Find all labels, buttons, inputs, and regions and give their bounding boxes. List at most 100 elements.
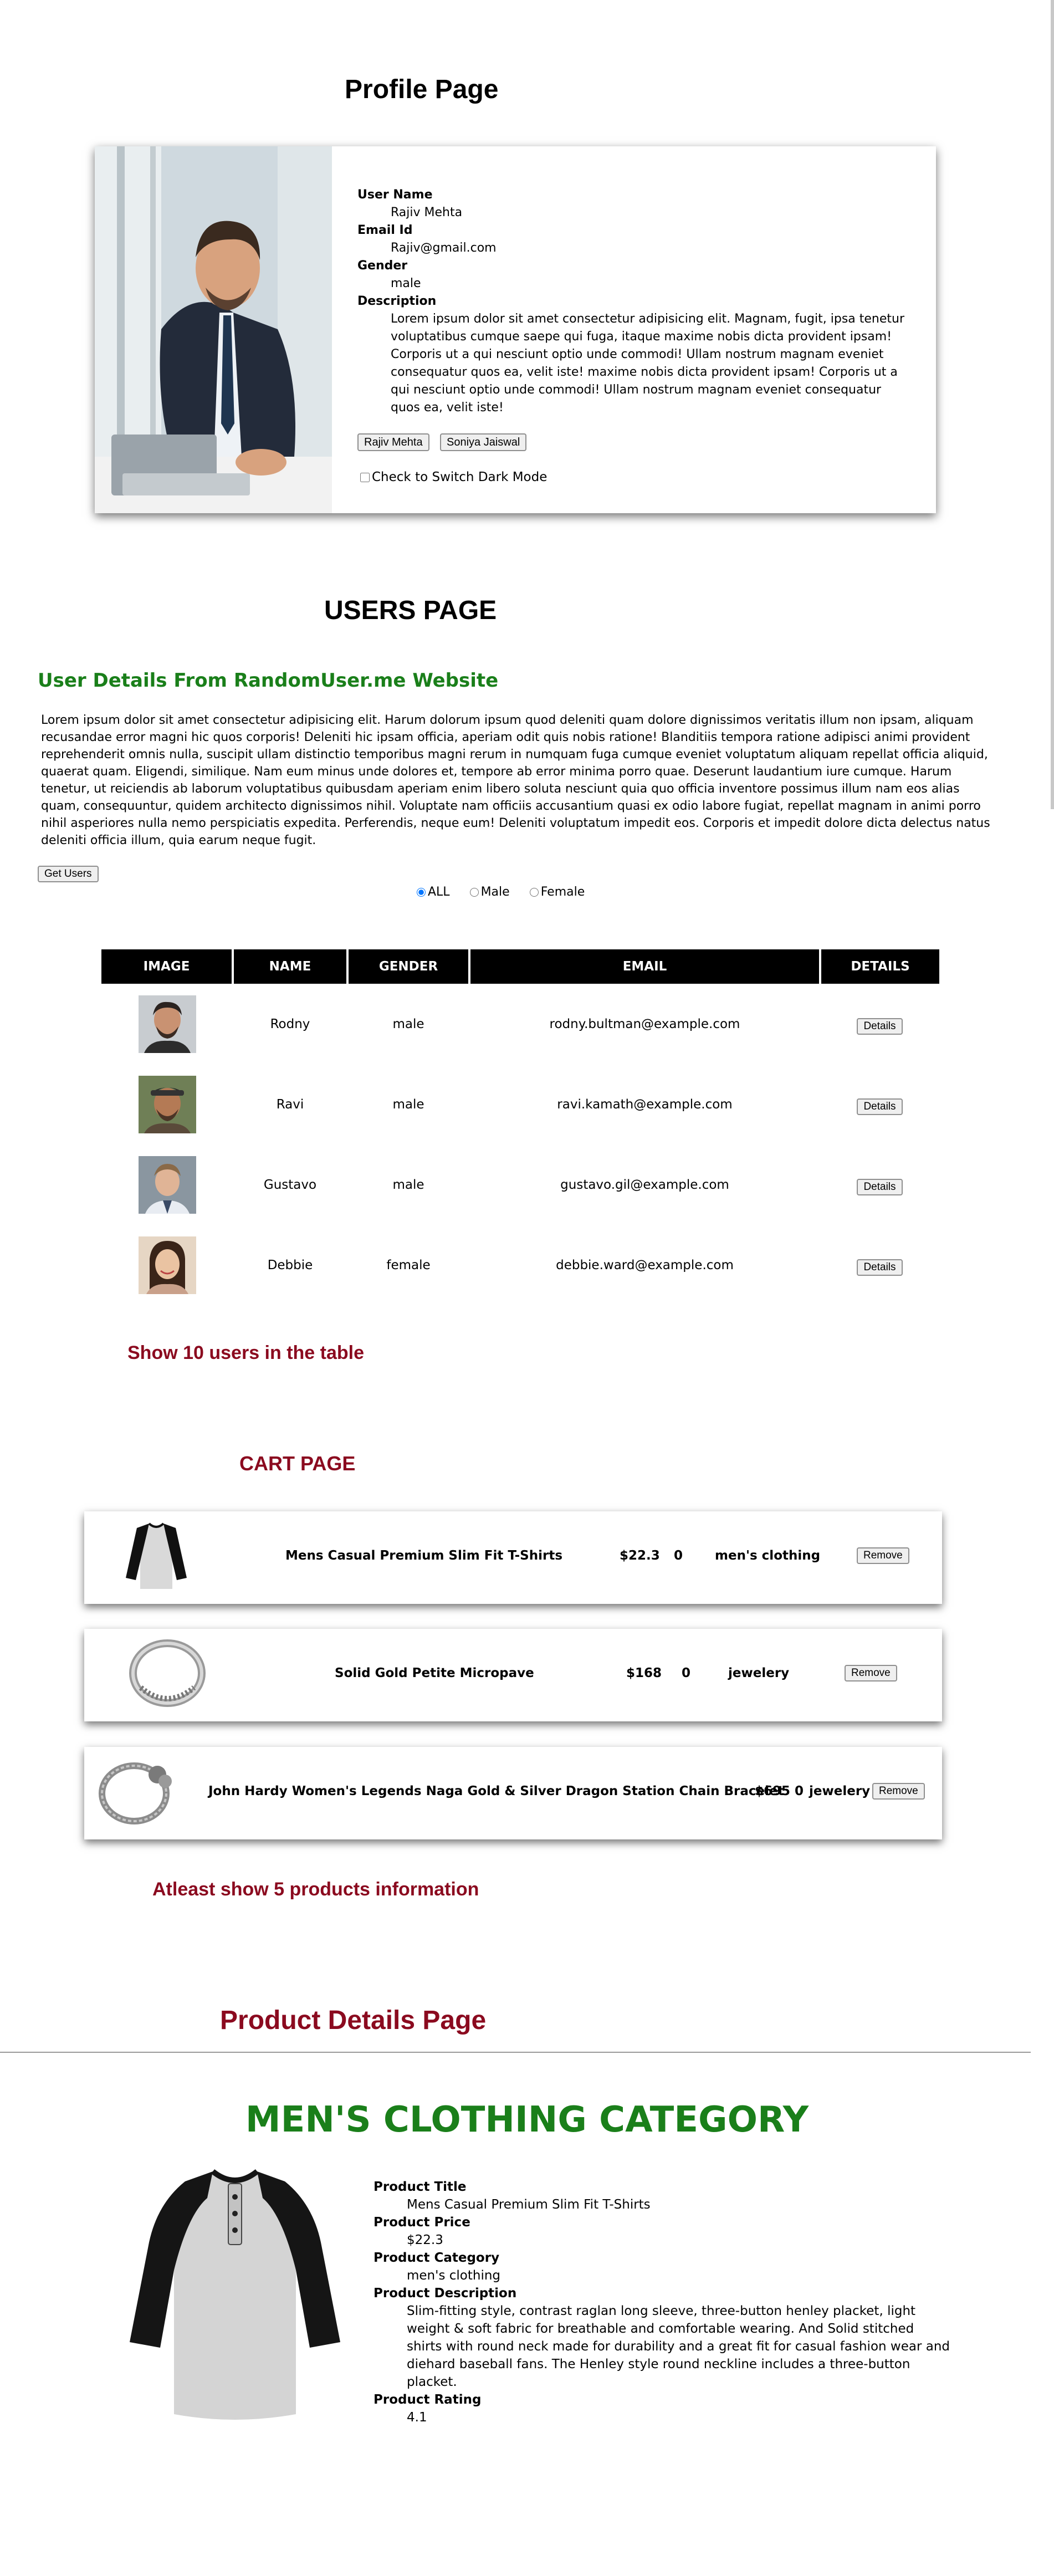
table-row: Debbie female debbie.ward@example.com De… xyxy=(101,1225,939,1305)
soniya-jaiswal-button[interactable]: Soniya Jaiswal xyxy=(440,433,527,451)
tshirt-image xyxy=(115,1517,198,1594)
cart-item: Mens Casual Premium Slim Fit T-Shirts $2… xyxy=(84,1511,942,1604)
gender-filter: ALL Male Female xyxy=(417,885,585,899)
filter-male[interactable]: Male xyxy=(469,885,510,899)
avatar-cell xyxy=(101,1064,233,1144)
cart-item: Solid Gold Petite Micropave $168 0 jewel… xyxy=(84,1629,942,1721)
product-image xyxy=(113,2165,357,2425)
user-gender-cell: female xyxy=(386,1258,431,1272)
cart-item-category: men's clothing xyxy=(715,1548,821,1563)
column-details: DETAILS xyxy=(820,949,939,984)
get-users-button[interactable]: Get Users xyxy=(38,866,99,882)
remove-button[interactable]: Remove xyxy=(872,1783,925,1800)
details-button[interactable]: Details xyxy=(857,1259,903,1276)
user-name-cell: Debbie xyxy=(267,1258,313,1272)
cart-item: John Hardy Women's Legends Naga Gold & S… xyxy=(84,1747,942,1839)
avatar-cell xyxy=(101,984,233,1064)
user-name-cell: Gustavo xyxy=(263,1177,317,1192)
column-gender: GENDER xyxy=(347,949,470,984)
table-row: Gustavo male gustavo.gil@example.com Det… xyxy=(101,1144,939,1225)
cart-item-price: $695 xyxy=(755,1784,791,1798)
filter-female[interactable]: Female xyxy=(529,885,585,899)
product-title-label: Product Title xyxy=(373,2180,467,2194)
avatar-cell xyxy=(101,1225,233,1305)
details-cell: Details xyxy=(820,1144,939,1225)
filter-male-radio[interactable] xyxy=(469,887,479,897)
user-gender-cell: male xyxy=(392,1097,424,1112)
user-name-cell: Ravi xyxy=(276,1097,304,1112)
filter-female-radio[interactable] xyxy=(529,887,539,897)
table-header-row: IMAGE NAME GENDER EMAIL DETAILS xyxy=(101,949,939,984)
users-description: Lorem ipsum dolor sit amet consectetur a… xyxy=(41,713,990,847)
user-avatar xyxy=(138,1156,196,1214)
user-avatar xyxy=(138,1075,196,1133)
cart-item-quantity: 0 xyxy=(682,1666,691,1680)
page-scrollbar[interactable] xyxy=(1051,0,1054,809)
details-cell: Details xyxy=(820,1225,939,1305)
product-description-label: Product Description xyxy=(373,2286,517,2301)
cart-item-title: Mens Casual Premium Slim Fit T-Shirts xyxy=(285,1548,563,1563)
user-email-cell: ravi.kamath@example.com xyxy=(557,1097,733,1112)
user-email-cell: gustavo.gil@example.com xyxy=(560,1177,729,1192)
user-email-cell: rodny.bultman@example.com xyxy=(549,1016,740,1031)
section-divider xyxy=(0,2052,1031,2053)
user-avatar xyxy=(138,995,196,1053)
cart-note: Atleast show 5 products information xyxy=(152,1879,479,1900)
gender-label: Gender xyxy=(357,259,408,273)
filter-all-radio[interactable] xyxy=(417,887,426,897)
user-avatar xyxy=(138,1236,196,1294)
filter-male-label: Male xyxy=(480,885,510,899)
dark-mode-toggle[interactable]: Check to Switch Dark Mode xyxy=(360,470,547,484)
product-description-value: Slim-fitting style, contrast raglan long… xyxy=(407,2304,950,2389)
user-email-cell: debbie.ward@example.com xyxy=(556,1258,734,1272)
ring-image xyxy=(129,1634,212,1712)
cart-item-quantity: 0 xyxy=(674,1548,683,1563)
profile-details: User Name Rajiv Mehta Email Id Rajiv@gma… xyxy=(357,186,912,417)
cart-item-price: $22.3 xyxy=(620,1548,660,1563)
users-table: IMAGE NAME GENDER EMAIL DETAILS Rodny ma… xyxy=(101,949,939,1305)
product-category-value: men's clothing xyxy=(407,2268,501,2283)
users-note: Show 10 users in the table xyxy=(127,1342,365,1363)
remove-button[interactable]: Remove xyxy=(845,1665,897,1681)
profile-photo xyxy=(95,146,332,513)
cart-item-quantity: 0 xyxy=(795,1784,804,1798)
filter-all[interactable]: ALL xyxy=(417,885,450,899)
users-subtitle: User Details From RandomUser.me Website xyxy=(38,669,499,692)
user-name-label: User Name xyxy=(357,188,433,202)
description-value: Lorem ipsum dolor sit amet consectetur a… xyxy=(391,312,905,415)
product-title-value: Mens Casual Premium Slim Fit T-Shirts xyxy=(407,2197,651,2212)
table-row: Ravi male ravi.kamath@example.com Detail… xyxy=(101,1064,939,1144)
details-button[interactable]: Details xyxy=(857,1178,903,1195)
product-details-title: Product Details Page xyxy=(220,2006,487,2035)
remove-button[interactable]: Remove xyxy=(857,1547,909,1564)
users-page-title: USERS PAGE xyxy=(324,596,497,625)
details-cell: Details xyxy=(820,1064,939,1144)
cart-item-price: $168 xyxy=(626,1666,662,1680)
gender-value: male xyxy=(391,277,421,290)
dark-mode-label: Check to Switch Dark Mode xyxy=(372,470,548,484)
column-name: NAME xyxy=(233,949,349,984)
profile-page-title: Profile Page xyxy=(345,75,499,104)
filter-all-label: ALL xyxy=(428,885,450,899)
category-heading: MEN'S CLOTHING CATEGORY xyxy=(245,2099,809,2140)
cart-item-title: John Hardy Women's Legends Naga Gold & S… xyxy=(208,1784,784,1798)
dark-mode-checkbox[interactable] xyxy=(360,472,370,482)
rajiv-mehta-button[interactable]: Rajiv Mehta xyxy=(357,433,429,451)
column-image: IMAGE xyxy=(101,949,234,984)
product-price-label: Product Price xyxy=(373,2215,470,2230)
details-button[interactable]: Details xyxy=(857,1098,903,1115)
cart-item-category: jewelery xyxy=(809,1784,871,1798)
profile-card: User Name Rajiv Mehta Email Id Rajiv@gma… xyxy=(95,146,936,513)
email-value: Rajiv@gmail.com xyxy=(391,241,497,255)
details-button[interactable]: Details xyxy=(857,1018,903,1035)
details-cell: Details xyxy=(820,984,939,1064)
avatar-cell xyxy=(101,1144,233,1225)
filter-female-label: Female xyxy=(540,885,585,899)
user-gender-cell: male xyxy=(392,1016,424,1031)
column-email: EMAIL xyxy=(469,949,821,984)
product-info: Product Title Mens Casual Premium Slim F… xyxy=(373,2178,950,2426)
product-rating-value: 4.1 xyxy=(407,2410,427,2425)
product-category-label: Product Category xyxy=(373,2251,500,2265)
cart-item-title: Solid Gold Petite Micropave xyxy=(335,1666,534,1680)
table-row: Rodny male rodny.bultman@example.com Det… xyxy=(101,984,939,1064)
